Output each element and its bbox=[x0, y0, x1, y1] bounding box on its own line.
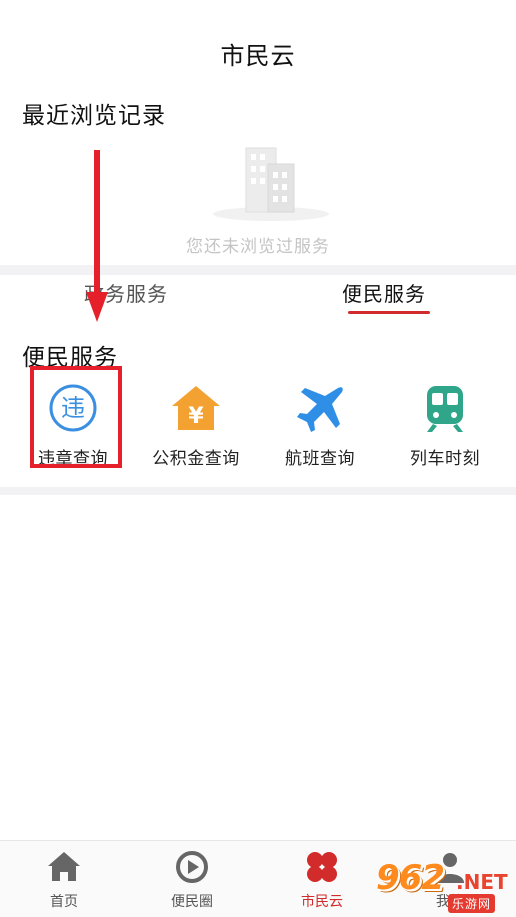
nav-convenience-circle[interactable]: 便民圈 bbox=[142, 849, 242, 917]
tab-convenience-services[interactable]: 便民服务 bbox=[342, 278, 426, 307]
nav-label: 首页 bbox=[50, 894, 78, 910]
divider bbox=[0, 487, 516, 495]
circle-play-icon bbox=[176, 851, 208, 883]
annotation-highlight-box bbox=[30, 366, 122, 468]
clover-icon bbox=[307, 852, 337, 882]
service-train-schedule[interactable]: 列车时刻 bbox=[385, 378, 505, 470]
service-label: 列车时刻 bbox=[410, 449, 480, 469]
watermark-number: 962 bbox=[376, 858, 445, 898]
recent-section-title: 最近浏览记录 bbox=[22, 103, 166, 129]
page-title: 市民云 bbox=[220, 42, 296, 70]
service-label: 航班查询 bbox=[285, 449, 355, 469]
active-tab-indicator bbox=[348, 311, 430, 314]
train-icon bbox=[427, 386, 463, 432]
service-housing-fund-query[interactable]: ¥ 公积金查询 bbox=[136, 378, 256, 470]
house-fund-icon: ¥ bbox=[172, 386, 220, 430]
nav-label: 市民云 bbox=[301, 894, 343, 910]
watermark-net: .NET bbox=[456, 870, 508, 894]
nav-home[interactable]: 首页 bbox=[14, 849, 114, 917]
service-label: 公积金查询 bbox=[152, 449, 240, 469]
divider bbox=[0, 265, 516, 275]
empty-state-text: 您还未浏览过服务 bbox=[186, 237, 330, 257]
nav-citizen-cloud[interactable]: 市民云 bbox=[272, 849, 372, 917]
annotation-arrow-down-icon bbox=[86, 150, 108, 322]
empty-buildings-icon bbox=[213, 147, 329, 221]
yen-glyph: ¥ bbox=[188, 404, 204, 429]
watermark-site-name: 乐游网 bbox=[448, 894, 496, 913]
home-icon bbox=[48, 852, 80, 881]
service-flight-query[interactable]: 航班查询 bbox=[260, 378, 380, 470]
header: 市民云 bbox=[0, 0, 516, 100]
nav-label: 便民圈 bbox=[171, 894, 213, 910]
airplane-icon bbox=[297, 387, 343, 432]
watermark-logo: 962 .NET 乐游网 bbox=[372, 858, 512, 916]
